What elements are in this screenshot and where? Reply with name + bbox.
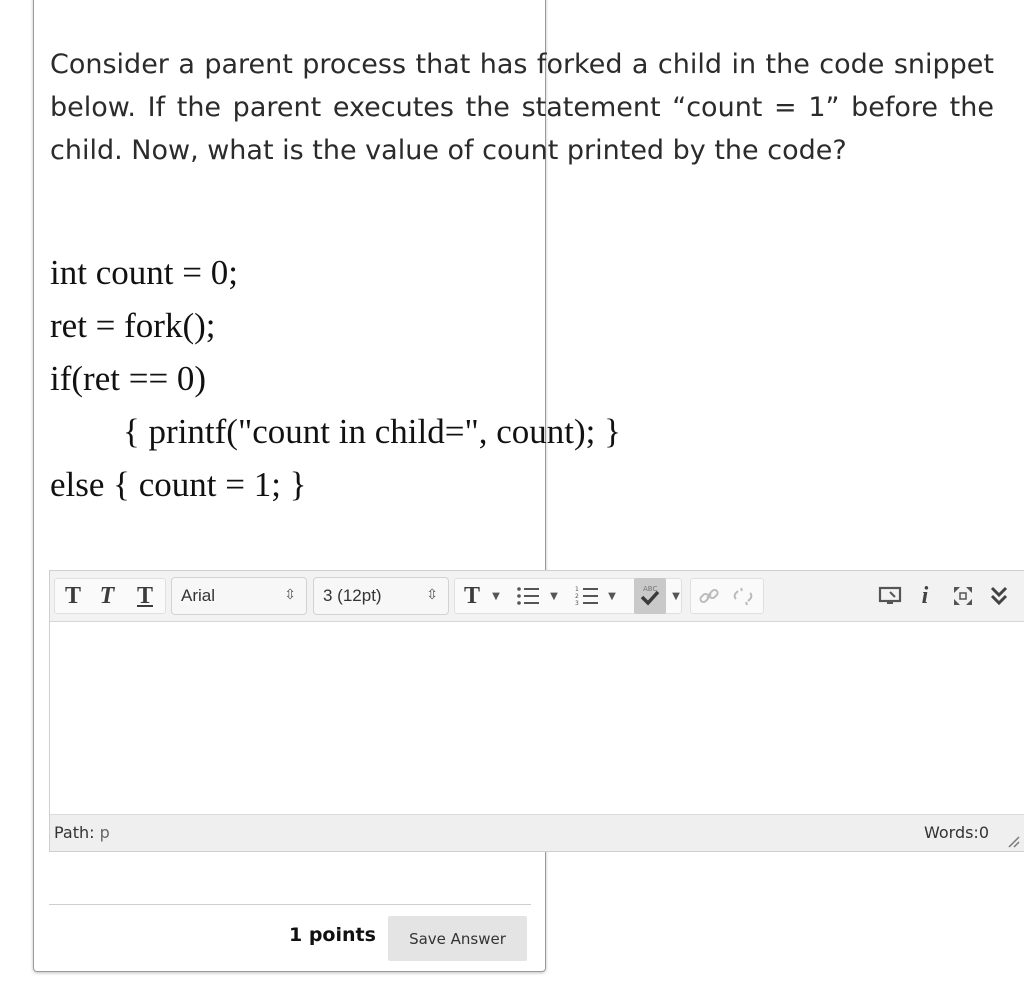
question-text: Consider a parent process that has forke… xyxy=(50,49,994,166)
editor-status-bar: Path: p Words:0 xyxy=(50,814,1024,851)
info-icon[interactable]: i xyxy=(915,578,935,614)
svg-text:3: 3 xyxy=(575,600,579,607)
font-family-value: Arial xyxy=(181,586,216,605)
numbered-list-icon[interactable]: 123 xyxy=(572,578,602,614)
italic-t-icon[interactable]: T xyxy=(94,578,120,614)
path-value[interactable]: p xyxy=(100,823,110,842)
save-answer-button[interactable]: Save Answer xyxy=(388,916,527,961)
svg-text:ABC: ABC xyxy=(643,585,657,593)
code-line: if(ret == 0) xyxy=(50,359,207,398)
code-line: else { count = 1; } xyxy=(50,465,307,504)
chevron-down-icon[interactable]: ▼ xyxy=(606,578,618,614)
element-path: Path: p xyxy=(54,823,110,842)
code-snippet: int count = 0; ret = fork(); if(ret == 0… xyxy=(50,246,621,511)
editor-text-area[interactable] xyxy=(50,622,1024,816)
unlink-icon[interactable] xyxy=(730,578,758,614)
preview-monitor-icon[interactable] xyxy=(876,578,904,614)
chevron-double-down-icon[interactable] xyxy=(986,578,1012,614)
chevron-updown-icon: ⇳ xyxy=(284,586,296,602)
underline-t-icon[interactable]: T xyxy=(132,578,158,614)
svg-text:2: 2 xyxy=(575,593,579,600)
font-size-select[interactable]: 3 (12pt) ⇳ xyxy=(313,577,449,615)
fullscreen-icon[interactable] xyxy=(950,578,976,614)
footer-divider xyxy=(49,904,531,905)
word-count: Words:0 xyxy=(923,823,989,842)
chevron-down-icon[interactable]: ▼ xyxy=(548,578,560,614)
spellcheck-icon[interactable]: ABC xyxy=(634,578,666,614)
resize-handle-icon[interactable] xyxy=(1006,834,1020,848)
font-size-value: 3 (12pt) xyxy=(323,586,382,605)
text-color-icon[interactable]: T xyxy=(459,578,485,614)
svg-text:1: 1 xyxy=(575,586,579,593)
answer-editor: T T T Arial ⇳ 3 (12pt) ⇳ T ▼ ▼ 123 ▼ ABC… xyxy=(49,570,1024,852)
link-icon[interactable] xyxy=(696,578,722,614)
code-line: { printf("count in child=", count); } xyxy=(123,412,621,451)
font-family-select[interactable]: Arial ⇳ xyxy=(171,577,307,615)
code-line: ret = fork(); xyxy=(50,306,216,345)
path-label: Path: xyxy=(54,823,95,842)
bold-t-icon[interactable]: T xyxy=(60,578,86,614)
bullet-list-icon[interactable] xyxy=(513,578,543,614)
points-label: 1 points xyxy=(289,924,376,946)
chevron-down-icon[interactable]: ▼ xyxy=(670,578,682,614)
chevron-down-icon[interactable]: ▼ xyxy=(490,578,502,614)
chevron-updown-icon: ⇳ xyxy=(426,586,438,602)
editor-toolbar: T T T Arial ⇳ 3 (12pt) ⇳ T ▼ ▼ 123 ▼ ABC… xyxy=(50,571,1024,622)
code-line: int count = 0; xyxy=(50,253,238,292)
